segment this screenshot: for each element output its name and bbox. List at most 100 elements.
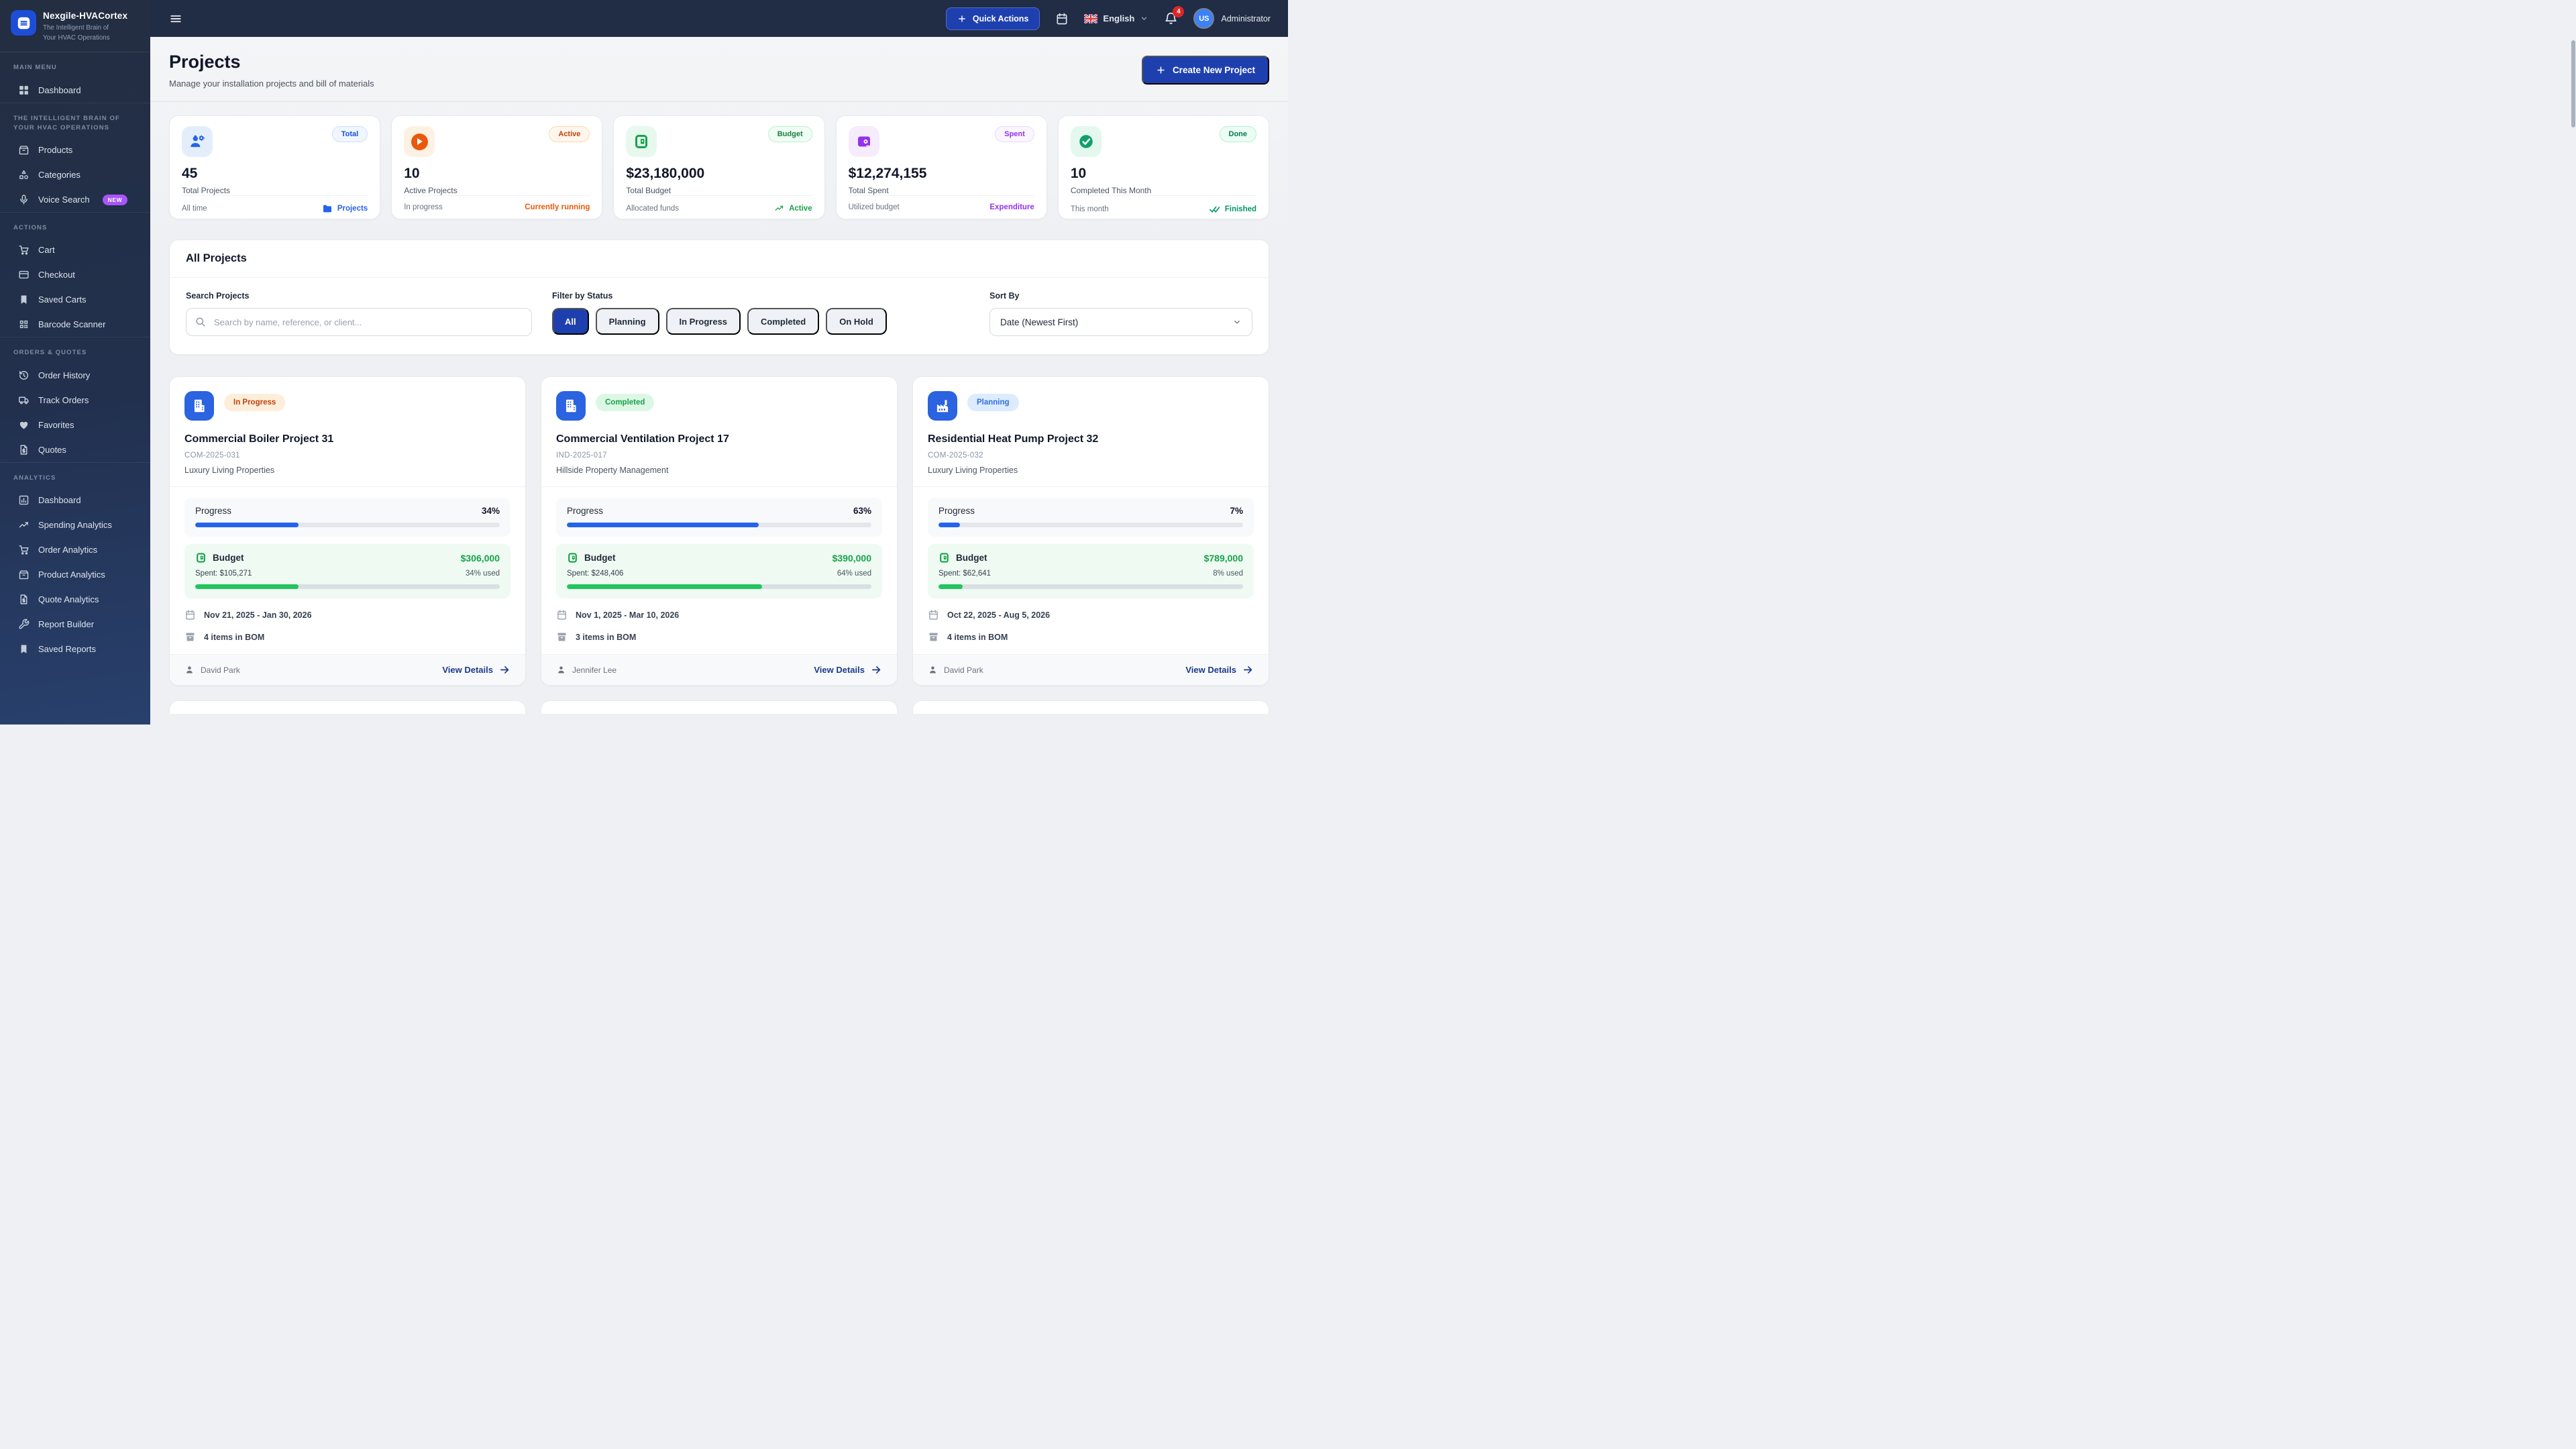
- bom-count: 4 items in BOM: [204, 633, 264, 642]
- sidebar-item-voice-search[interactable]: Voice Search NEW: [0, 187, 150, 212]
- page-header-text: Projects Manage your installation projec…: [169, 52, 374, 89]
- scrollbar-thumb[interactable]: [2571, 40, 2575, 127]
- sidebar-item-barcode-scanner[interactable]: Barcode Scanner: [0, 312, 150, 337]
- stat-footer-right: Expenditure: [989, 203, 1034, 211]
- create-button-label: Create New Project: [1173, 65, 1255, 75]
- project-reference: IND-2025-017: [556, 451, 882, 460]
- sort-dropdown[interactable]: Date (Newest First): [989, 308, 1252, 336]
- stat-footer: In progress Currently running: [404, 195, 590, 220]
- sidebar-item-checkout[interactable]: Checkout: [0, 262, 150, 287]
- hamburger-menu-button[interactable]: [169, 12, 182, 25]
- filter-chip-on-hold[interactable]: On Hold: [826, 308, 887, 335]
- view-details-link[interactable]: View Details: [814, 664, 882, 676]
- sidebar-item-quotes[interactable]: Quotes: [0, 437, 150, 462]
- sidebar-item-product-analytics[interactable]: Product Analytics: [0, 562, 150, 587]
- chevron-down-icon: [1232, 317, 1242, 327]
- budget-bar-fill: [195, 584, 299, 589]
- view-details-link[interactable]: View Details: [1185, 664, 1254, 676]
- project-client: Hillside Property Management: [556, 466, 882, 475]
- building-icon: [184, 391, 214, 421]
- stat-card-total-spent: Spent $12,274,155 Total Spent Utilized b…: [836, 115, 1047, 219]
- sort-value: Date (Newest First): [1000, 317, 1078, 327]
- sidebar-item-order-history[interactable]: Order History: [0, 363, 150, 388]
- sidebar-item-spending-analytics[interactable]: Spending Analytics: [0, 513, 150, 537]
- stat-top: Total: [182, 126, 368, 157]
- sidebar-item-analytics-dashboard[interactable]: Dashboard: [0, 488, 150, 513]
- sidebar-item-categories[interactable]: Categories: [0, 162, 150, 187]
- owner-name: David Park: [201, 665, 240, 675]
- sidebar-item-label: Saved Carts: [38, 294, 87, 305]
- budget-bar-fill: [567, 584, 762, 589]
- projects-link[interactable]: Projects: [322, 203, 368, 214]
- all-projects-panel: All Projects Search Projects Filter by S…: [169, 239, 1269, 355]
- sidebar-item-dashboard[interactable]: Dashboard: [0, 78, 150, 103]
- create-new-project-button[interactable]: Create New Project: [1142, 56, 1269, 85]
- filter-block: Filter by Status All Planning In Progres…: [552, 291, 887, 335]
- stat-value: 45: [182, 166, 368, 182]
- calendar-icon: [556, 609, 568, 621]
- sidebar-section-brain: THE INTELLIGENT BRAIN OF YOUR HVAC OPERA…: [0, 103, 150, 213]
- sidebar-item-quote-analytics[interactable]: Quote Analytics: [0, 587, 150, 612]
- sidebar-item-saved-carts[interactable]: Saved Carts: [0, 287, 150, 312]
- notifications-button[interactable]: 4: [1164, 11, 1178, 25]
- search-input[interactable]: [186, 308, 532, 336]
- stat-footer-right: Finished: [1225, 205, 1256, 213]
- sidebar-item-products[interactable]: Products: [0, 138, 150, 162]
- quick-actions-button[interactable]: Quick Actions: [946, 7, 1040, 30]
- sidebar-section-main-menu: MAIN MENU Dashboard: [0, 52, 150, 102]
- sidebar-section-actions: ACTIONS Cart Checkout Saved Carts Barcod…: [0, 212, 150, 337]
- chevron-down-icon: [1140, 14, 1148, 23]
- progress-label: Progress: [938, 506, 975, 516]
- stat-footer: All time Projects: [182, 195, 368, 223]
- topbar: Quick Actions English 4 US Administrator: [150, 0, 1288, 37]
- uk-flag-icon: [1084, 14, 1097, 23]
- page-header: Projects Manage your installation projec…: [150, 37, 1288, 102]
- filter-chip-in-progress[interactable]: In Progress: [666, 308, 741, 335]
- status-badge: In Progress: [224, 394, 285, 411]
- project-owner: Jennifer Lee: [556, 665, 616, 675]
- sidebar-item-saved-reports[interactable]: Saved Reports: [0, 637, 150, 661]
- view-details-label: View Details: [814, 665, 865, 675]
- language-selector[interactable]: English: [1084, 13, 1148, 23]
- user-menu[interactable]: US Administrator: [1193, 8, 1271, 29]
- sort-label: Sort By: [989, 291, 1252, 301]
- sidebar-item-label: Products: [38, 145, 72, 155]
- filter-chip-all[interactable]: All: [552, 308, 589, 335]
- sidebar-item-order-analytics[interactable]: Order Analytics: [0, 537, 150, 562]
- section-label: MAIN MENU: [0, 52, 150, 77]
- bookmark-icon: [18, 294, 30, 305]
- budget-box: Budget $306,000 Spent: $105,271 34% used: [184, 544, 511, 598]
- stat-footer-left: Allocated funds: [626, 205, 679, 213]
- building-icon: [556, 391, 586, 421]
- section-label: THE INTELLIGENT BRAIN OF YOUR HVAC OPERA…: [0, 103, 150, 138]
- sidebar-nav: MAIN MENU Dashboard THE INTELLIGENT BRAI…: [0, 52, 150, 661]
- package-icon: [18, 569, 30, 580]
- calendar-button[interactable]: [1055, 12, 1069, 25]
- calendar-icon: [184, 609, 196, 621]
- stat-label: Total Spent: [849, 186, 1034, 195]
- stats-row: Total 45 Total Projects All time Project…: [169, 115, 1269, 219]
- progress-bar: [567, 523, 871, 527]
- sidebar-item-cart[interactable]: Cart: [0, 237, 150, 262]
- sidebar-item-label: Dashboard: [38, 495, 81, 505]
- filter-chip-completed[interactable]: Completed: [747, 308, 819, 335]
- stat-badge: Done: [1220, 126, 1257, 142]
- status-badge: Completed: [596, 394, 654, 411]
- filter-chip-planning[interactable]: Planning: [596, 308, 659, 335]
- sidebar-item-favorites[interactable]: Favorites: [0, 413, 150, 437]
- factory-icon: [928, 391, 957, 421]
- stat-label: Total Budget: [626, 186, 812, 195]
- status-filter-group: All Planning In Progress Completed On Ho…: [552, 308, 887, 335]
- new-badge: NEW: [103, 195, 128, 205]
- view-details-link[interactable]: View Details: [442, 664, 511, 676]
- stat-footer-left: Utilized budget: [849, 203, 900, 211]
- grid-icon: [18, 85, 30, 96]
- stat-value: $23,180,000: [626, 166, 812, 182]
- stat-footer: This month Finished: [1071, 195, 1256, 223]
- budget-label: Budget: [213, 553, 244, 563]
- budget-value: $789,000: [1204, 553, 1243, 564]
- sidebar-item-track-orders[interactable]: Track Orders: [0, 388, 150, 413]
- project-reference: COM-2025-031: [184, 451, 511, 460]
- plus-icon: [1156, 65, 1166, 75]
- sidebar-item-report-builder[interactable]: Report Builder: [0, 612, 150, 637]
